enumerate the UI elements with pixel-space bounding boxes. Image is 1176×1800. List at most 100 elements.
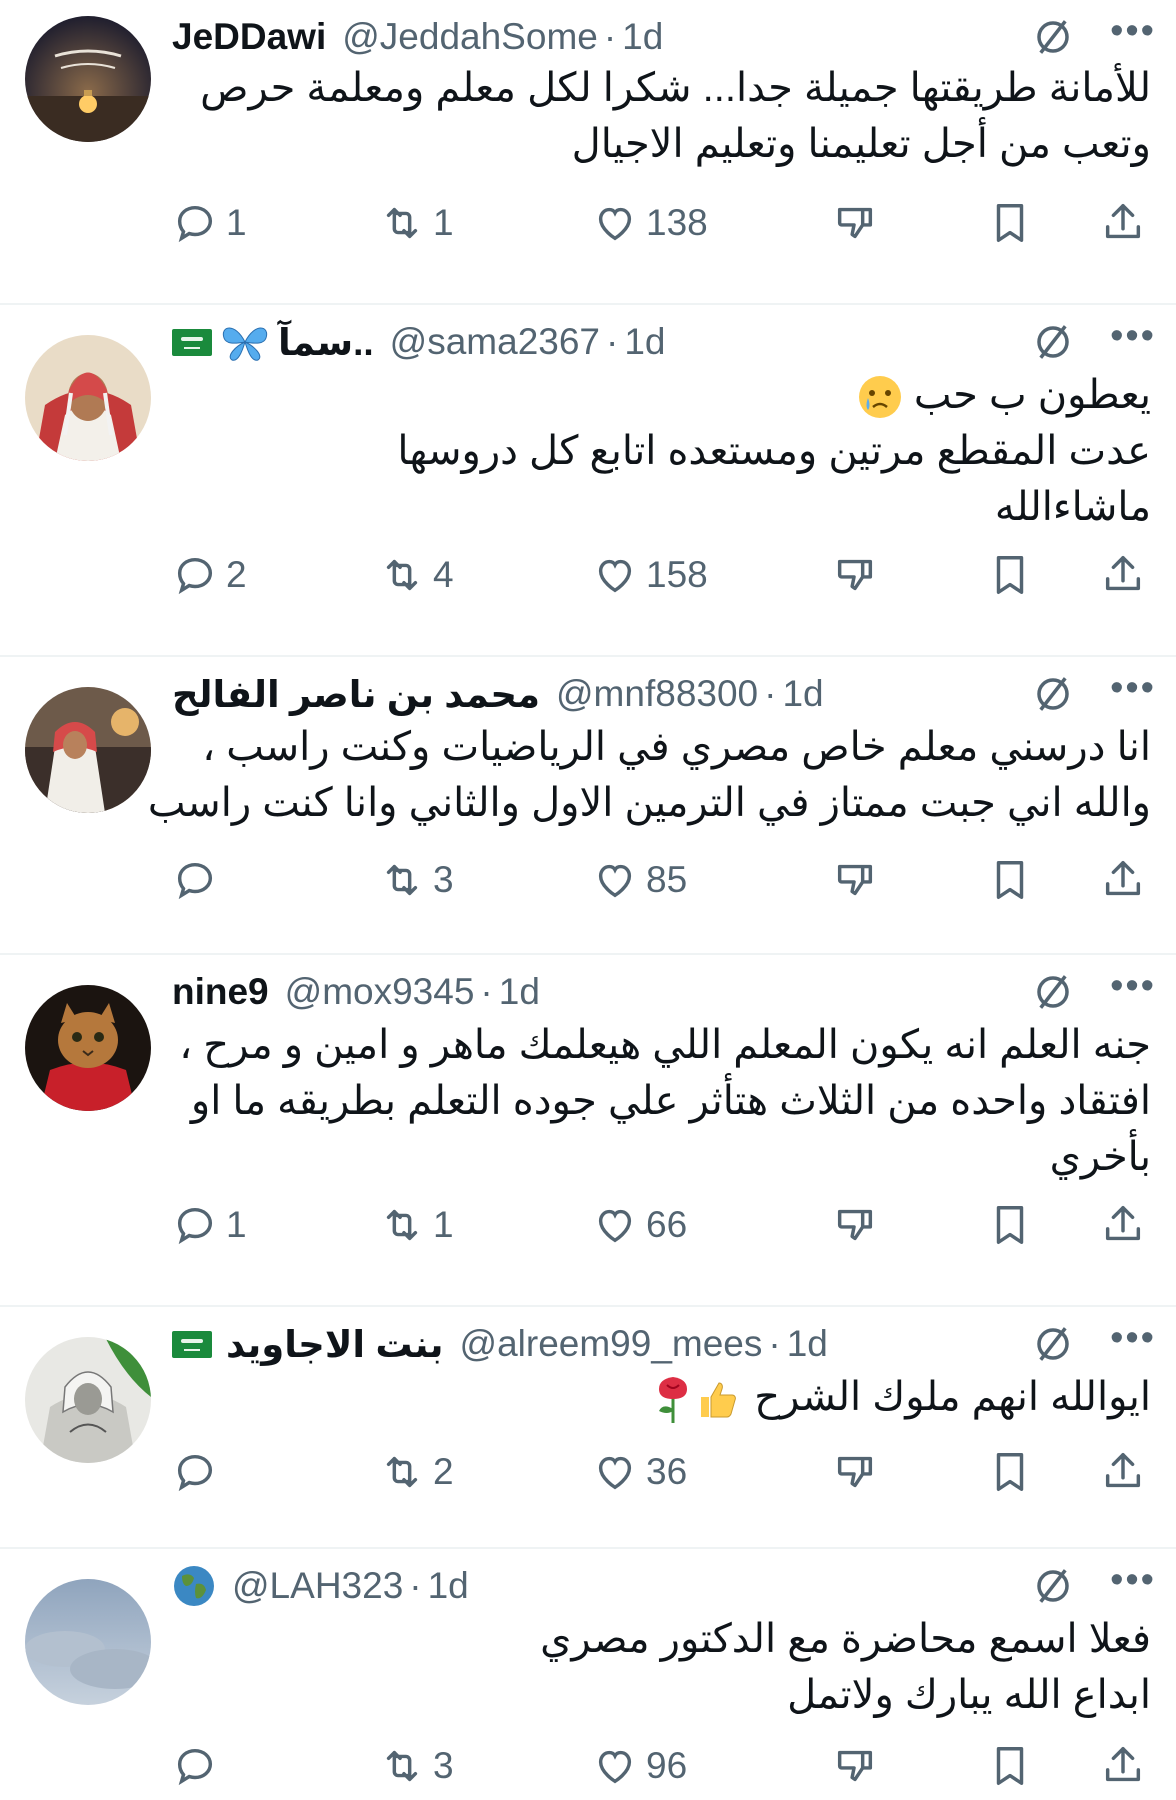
user-handle[interactable]: @JeddahSome <box>342 16 598 58</box>
like-button[interactable]: 36 <box>592 1447 687 1497</box>
share-button[interactable] <box>1100 855 1146 905</box>
timestamp[interactable]: 1d <box>787 1323 828 1365</box>
timestamp[interactable]: 1d <box>499 971 540 1013</box>
reply-text: يعطون ب حب عدت المقطع مرتين ومستعده اتاب… <box>172 367 1151 535</box>
bookmark-button[interactable] <box>987 855 1033 905</box>
avatar[interactable] <box>25 687 151 813</box>
grok-icon[interactable] <box>1032 321 1074 363</box>
display-name[interactable]: JeDDawi <box>172 16 326 58</box>
reply-item[interactable]: nine9 @mox9345 · 1d ••• جنه العلم انه يك… <box>0 955 1176 1307</box>
reply-item[interactable]: سمآ.. @sama2367 · 1d ••• يعطون ب حب عدت … <box>0 305 1176 657</box>
reply-text: ايوالله انهم ملوك الشرح <box>172 1369 1151 1425</box>
avatar[interactable] <box>25 335 151 461</box>
more-icon[interactable]: ••• <box>1110 1319 1156 1357</box>
share-button[interactable] <box>1100 550 1146 600</box>
display-name[interactable]: nine9 <box>172 971 269 1013</box>
downvote-button[interactable] <box>832 1200 878 1250</box>
text-line: ماشاءالله <box>994 485 1151 529</box>
action-bar: 3 85 <box>172 855 1156 905</box>
reply-header: بنت الاجاويد @alreem99_mees · 1d ••• <box>172 1319 1156 1367</box>
grok-icon[interactable] <box>1032 971 1074 1013</box>
display-name-group[interactable]: بنت الاجاويد <box>172 1323 444 1366</box>
downvote-button[interactable] <box>832 855 878 905</box>
retweet-button[interactable]: 1 <box>379 1200 454 1250</box>
user-handle[interactable]: @mnf88300 <box>556 673 758 715</box>
more-icon[interactable]: ••• <box>1110 669 1156 707</box>
header-icons: ••• <box>1032 967 1156 1015</box>
retweet-button[interactable]: 1 <box>379 198 454 248</box>
bookmark-button[interactable] <box>987 1741 1033 1791</box>
grok-icon[interactable] <box>1032 1323 1074 1365</box>
user-handle[interactable]: @LAH323 <box>232 1565 403 1607</box>
reply-button[interactable] <box>172 1741 226 1791</box>
reply-item[interactable]: محمد بن ناصر الفالح @mnf88300 · 1d ••• ا… <box>0 657 1176 955</box>
bookmark-button[interactable] <box>987 1200 1033 1250</box>
grok-icon[interactable] <box>1032 16 1074 58</box>
more-icon[interactable]: ••• <box>1110 967 1156 1005</box>
reply-button[interactable] <box>172 855 226 905</box>
more-icon[interactable]: ••• <box>1110 1561 1156 1599</box>
reply-button[interactable]: 2 <box>172 550 247 600</box>
share-button[interactable] <box>1100 1200 1146 1250</box>
bookmark-button[interactable] <box>987 1447 1033 1497</box>
bookmark-button[interactable] <box>987 198 1033 248</box>
retweet-button[interactable]: 3 <box>379 1741 454 1791</box>
bookmark-button[interactable] <box>987 550 1033 600</box>
retweet-icon <box>386 1456 418 1488</box>
reply-button[interactable]: 1 <box>172 1200 247 1250</box>
display-name: سمآ.. <box>278 321 374 363</box>
user-handle[interactable]: @alreem99_mees <box>460 1323 763 1365</box>
more-icon[interactable]: ••• <box>1110 317 1156 355</box>
user-handle[interactable]: @mox9345 <box>285 971 475 1013</box>
display-name-group[interactable]: سمآ.. <box>172 321 374 364</box>
reply-button[interactable]: 1 <box>172 198 247 248</box>
display-name[interactable]: محمد بن ناصر الفالح <box>172 673 540 716</box>
downvote-button[interactable] <box>832 1447 878 1497</box>
avatar[interactable] <box>25 16 151 142</box>
reply-item[interactable]: @LAH323 · 1d ••• فعلا اسمع محاضرة مع الد… <box>0 1549 1176 1800</box>
timestamp[interactable]: 1d <box>428 1565 469 1607</box>
avatar[interactable] <box>25 1337 151 1463</box>
like-button[interactable]: 96 <box>592 1741 687 1791</box>
share-button[interactable] <box>1100 1741 1146 1791</box>
reply-button[interactable] <box>172 1447 226 1497</box>
like-button[interactable]: 85 <box>592 855 687 905</box>
reply-item[interactable]: JeDDawi @JeddahSome · 1d ••• للأمانة طري… <box>0 0 1176 305</box>
reply-item[interactable]: بنت الاجاويد @alreem99_mees · 1d ••• ايو… <box>0 1307 1176 1549</box>
user-handle[interactable]: @sama2367 <box>390 321 600 363</box>
grok-icon[interactable] <box>1032 1565 1074 1607</box>
like-button[interactable]: 158 <box>592 550 708 600</box>
retweet-button[interactable]: 3 <box>379 855 454 905</box>
timestamp[interactable]: 1d <box>622 16 663 58</box>
heart-icon <box>598 1209 632 1243</box>
grok-icon[interactable] <box>1032 673 1074 715</box>
downvote-icon <box>837 559 873 591</box>
retweet-button[interactable]: 4 <box>379 550 454 600</box>
display-name-group[interactable] <box>172 1564 216 1608</box>
header-icons: ••• <box>1032 1319 1156 1367</box>
retweet-icon <box>386 559 418 591</box>
downvote-button[interactable] <box>832 550 878 600</box>
downvote-button[interactable] <box>832 1741 878 1791</box>
downvote-button[interactable] <box>832 198 878 248</box>
bookmark-icon <box>996 204 1024 242</box>
more-icon[interactable]: ••• <box>1110 12 1156 50</box>
crying-face-icon <box>858 376 901 419</box>
heart-icon <box>598 864 632 898</box>
avatar[interactable] <box>25 985 151 1111</box>
reply-text: انا درسني معلم خاص مصري في الرياضيات وكن… <box>148 719 1151 831</box>
share-button[interactable] <box>1100 1447 1146 1497</box>
timestamp[interactable]: 1d <box>624 321 665 363</box>
text-line: وتعب من أجل تعليمنا وتعليم الاجيال <box>571 122 1151 166</box>
like-count: 158 <box>646 554 708 595</box>
share-icon <box>1105 204 1141 239</box>
timestamp[interactable]: 1d <box>782 673 823 715</box>
reply-header: محمد بن ناصر الفالح @mnf88300 · 1d ••• <box>172 669 1156 717</box>
like-button[interactable]: 138 <box>592 198 708 248</box>
avatar[interactable] <box>25 1579 151 1705</box>
downvote-icon <box>837 1209 873 1241</box>
retweet-button[interactable]: 2 <box>379 1447 454 1497</box>
like-button[interactable]: 66 <box>592 1200 687 1250</box>
share-button[interactable] <box>1100 198 1146 248</box>
display-name: بنت الاجاويد <box>226 1323 444 1365</box>
